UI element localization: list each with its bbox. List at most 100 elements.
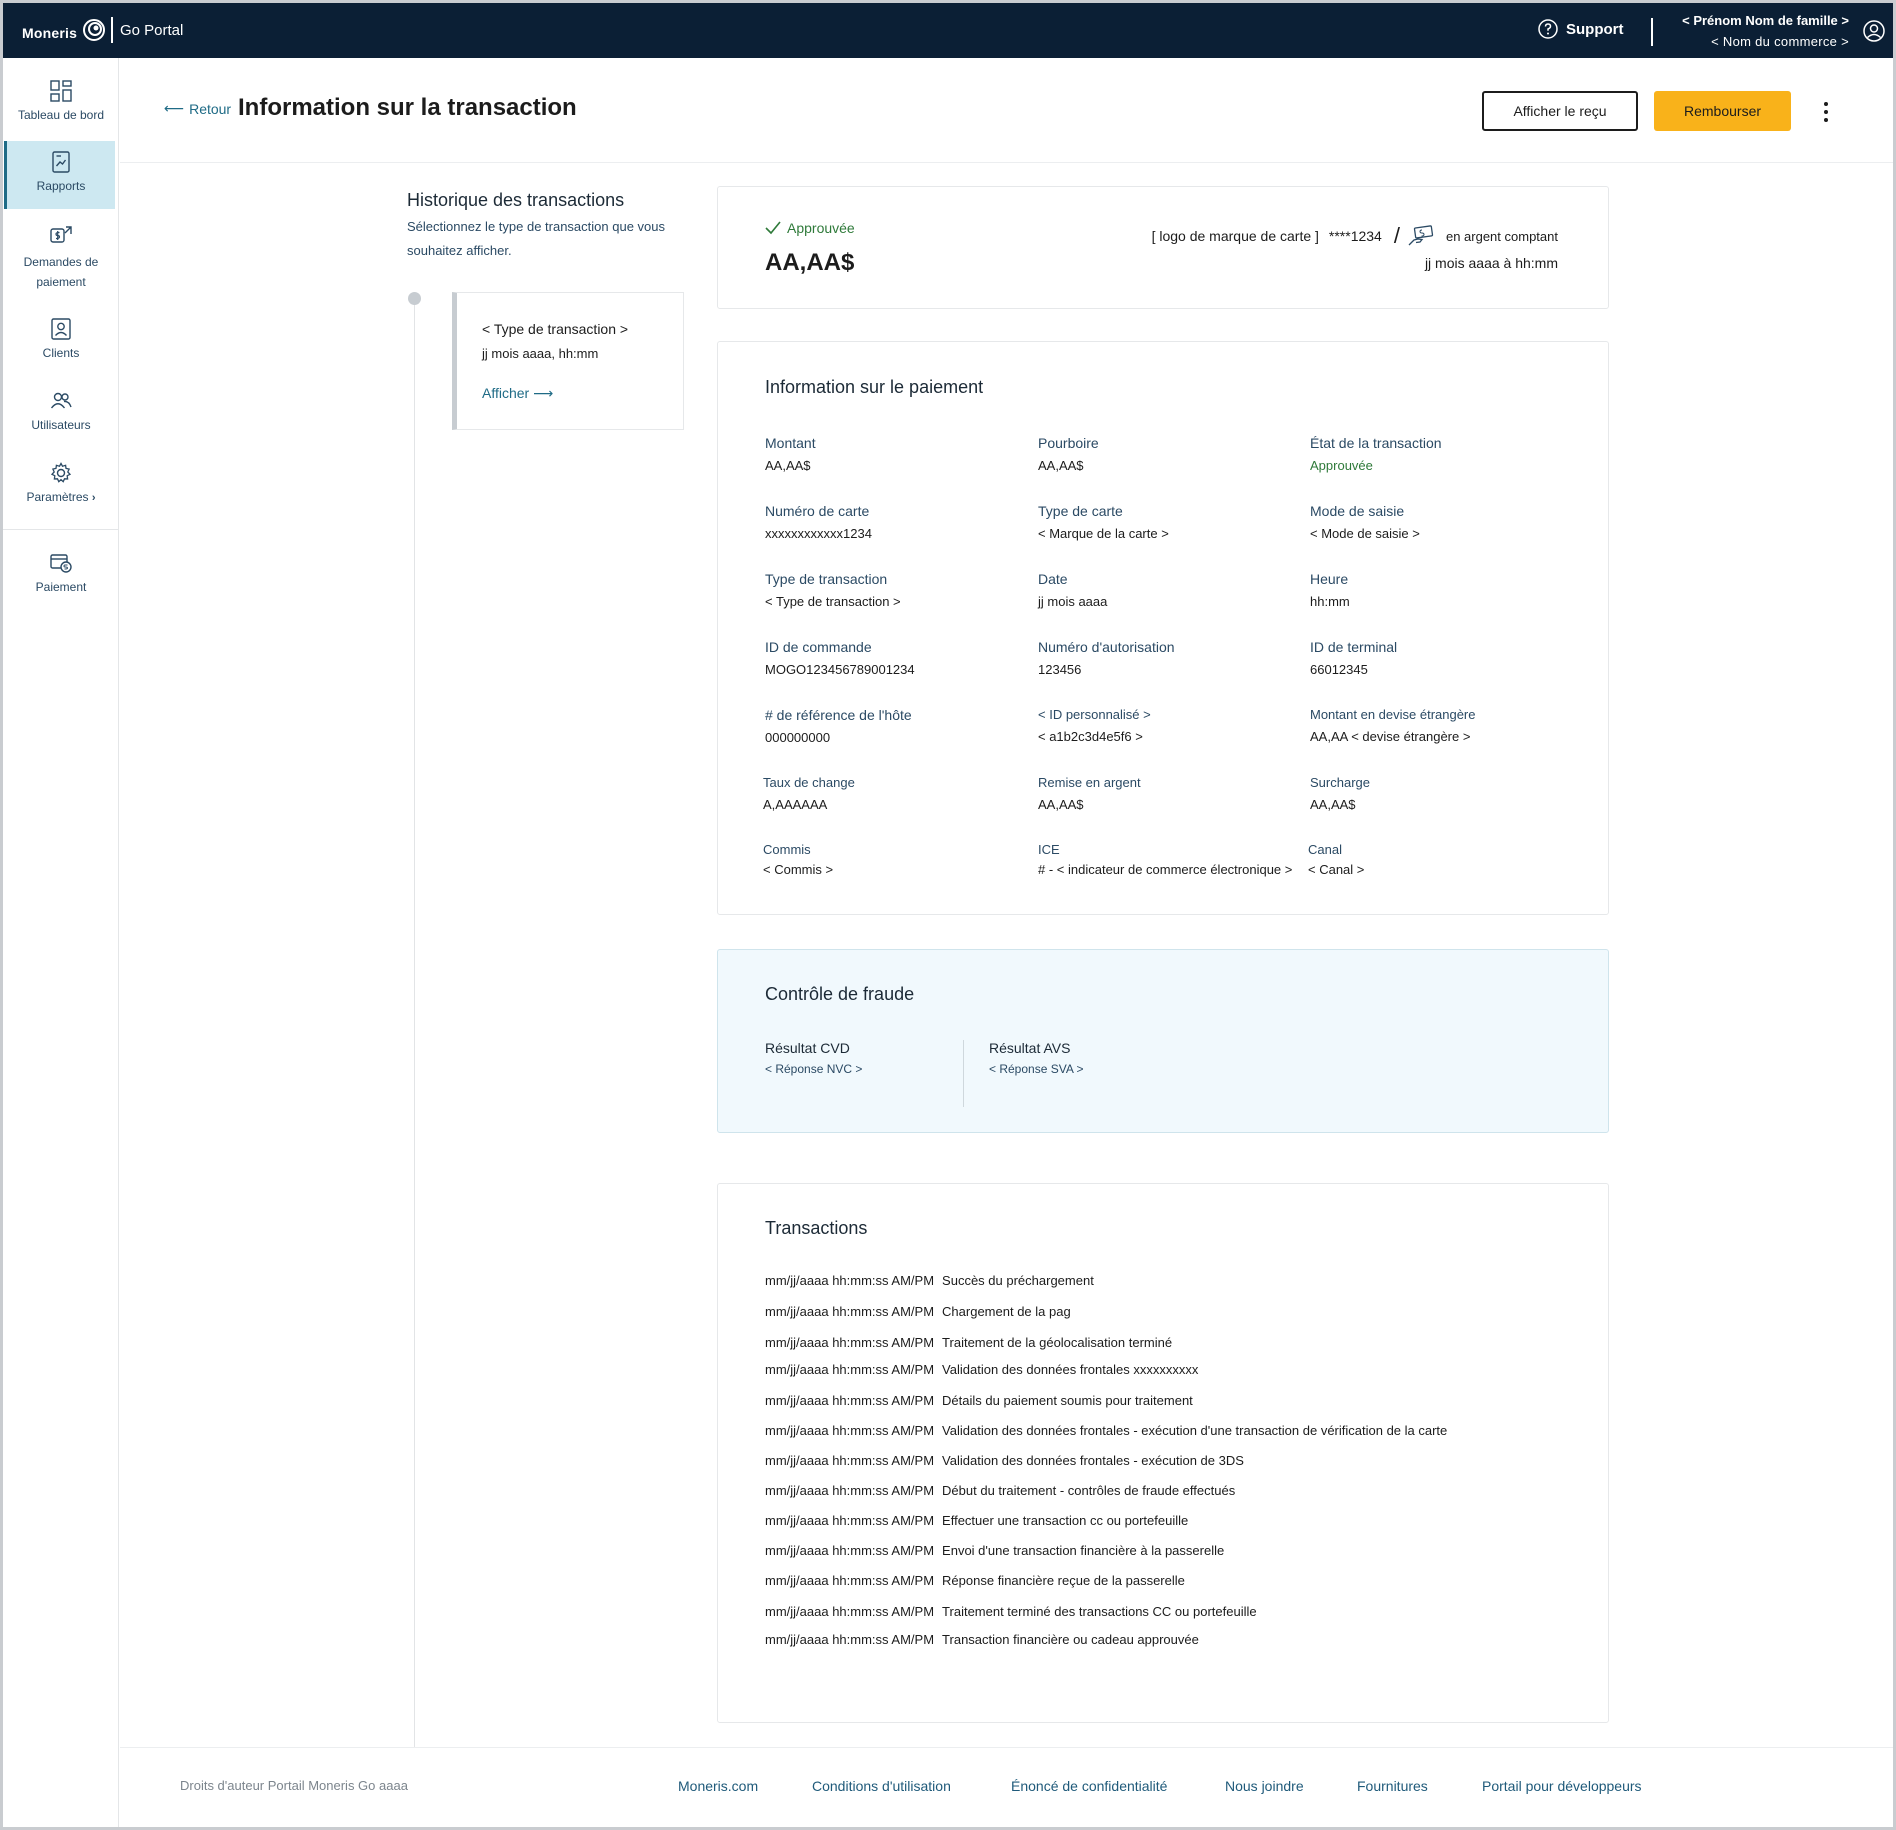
view-receipt-button[interactable]: Afficher le reçu	[1482, 91, 1638, 131]
field-cashback: Remise en argent AA,AA$	[1038, 775, 1141, 812]
field-value: < Réponse NVC >	[765, 1062, 863, 1076]
footer-link-privacy[interactable]: Énoncé de confidentialité	[1011, 1778, 1167, 1794]
refund-button[interactable]: Rembourser	[1654, 91, 1791, 131]
log-message: Traitement terminé des transactions CC o…	[942, 1604, 1257, 1619]
history-card-type: < Type de transaction >	[482, 321, 629, 337]
transactions-card: Transactions mm/jj/aaaa hh:mm:ss AM/PM Su…	[717, 1183, 1609, 1723]
sidebar-item-settings[interactable]: Paramètres ›	[3, 462, 119, 504]
more-options-icon[interactable]	[1821, 102, 1831, 122]
field-label: Montant en devise étrangère	[1310, 707, 1476, 722]
brand-name: Moneris	[22, 25, 78, 41]
field-value: AA,AA < devise étrangère >	[1310, 729, 1471, 744]
log-message: Succès du préchargement	[942, 1273, 1094, 1288]
field-label: < ID personnalisé >	[1038, 707, 1151, 722]
log-message: Traitement de la géolocalisation terminé	[942, 1335, 1173, 1350]
footer-link-contact[interactable]: Nous joindre	[1225, 1778, 1304, 1794]
copyright: Droits d'auteur Portail Moneris Go aaaa	[180, 1778, 408, 1793]
sidebar-item-clients[interactable]: Clients	[3, 318, 119, 360]
sidebar-item-label: Demandes de paiement	[23, 255, 99, 289]
sidebar-item-label: Tableau de bord	[17, 108, 105, 122]
log-timestamp: mm/jj/aaaa hh:mm:ss AM/PM	[765, 1483, 935, 1498]
user-name[interactable]: < Prénom Nom de famille >	[1682, 13, 1849, 28]
log-timestamp: mm/jj/aaaa hh:mm:ss AM/PM	[765, 1453, 935, 1468]
cash-label: en argent comptant	[1445, 228, 1558, 244]
log-message: Détails du paiement soumis pour traiteme…	[942, 1393, 1193, 1408]
field-card-type: Type de carte < Marque de la carte >	[1038, 503, 1169, 541]
field-label: Type de transaction	[765, 571, 888, 587]
portal-name: Go Portal	[120, 22, 184, 39]
log-timestamp: mm/jj/aaaa hh:mm:ss AM/PM	[765, 1362, 935, 1377]
field-value: < Mode de saisie >	[1310, 526, 1420, 541]
history-card-view-link[interactable]: Afficher ⟶	[482, 385, 553, 402]
transaction-log-row: mm/jj/aaaa hh:mm:ss AM/PM Traitement term…	[765, 1604, 1257, 1619]
chevron-right-icon: ›	[91, 492, 96, 504]
field-label: Résultat CVD	[765, 1040, 850, 1056]
report-icon	[52, 151, 70, 173]
arrow-left-icon: ⟵	[164, 100, 185, 116]
masked-card-number: ****1234	[1328, 228, 1382, 244]
history-subtitle: Sélectionnez le type de transaction que …	[407, 219, 666, 258]
field-label: Surcharge	[1310, 775, 1370, 790]
sidebar-item-payment[interactable]: Paiement	[3, 552, 119, 594]
status-badge: Approuvée	[765, 220, 855, 236]
topbar-separator	[1651, 18, 1653, 46]
log-timestamp: mm/jj/aaaa hh:mm:ss AM/PM	[765, 1304, 935, 1319]
cash-icon	[1408, 225, 1434, 246]
log-message: Effectuer une transaction cc ou portefeu…	[942, 1513, 1189, 1528]
field-value: Approuvée	[1310, 458, 1373, 473]
arrow-right-icon: ⟶	[533, 385, 554, 401]
field-label: État de la transaction	[1310, 435, 1442, 451]
field-value: AA,AA$	[1310, 797, 1356, 812]
log-timestamp: mm/jj/aaaa hh:mm:ss AM/PM	[765, 1335, 935, 1350]
footer: Droits d'auteur Portail Moneris Go aaaa …	[120, 1747, 1893, 1827]
sidebar-item-reports[interactable]: Rapports	[4, 141, 115, 209]
footer-link-moneris[interactable]: Moneris.com	[678, 1778, 758, 1794]
field-value: < Réponse SVA >	[989, 1062, 1084, 1076]
log-timestamp: mm/jj/aaaa hh:mm:ss AM/PM	[765, 1273, 935, 1288]
transaction-log-row: mm/jj/aaaa hh:mm:ss AM/PM Réponse financi…	[765, 1573, 1185, 1588]
footer-link-supplies[interactable]: Fournitures	[1357, 1778, 1428, 1794]
field-date: Date jj mois aaaa	[1038, 571, 1107, 609]
transaction-datetime: jj mois aaaa à hh:mm	[1424, 255, 1558, 271]
support-button[interactable]: Support	[1538, 19, 1624, 39]
timeline-line	[414, 300, 415, 1827]
field-entry-mode: Mode de saisie < Mode de saisie >	[1310, 503, 1420, 541]
field-transaction-type: Type de transaction < Type de transactio…	[765, 571, 901, 609]
back-link[interactable]: ⟵ Retour	[164, 100, 231, 117]
field-amount: Montant AA,AA$	[765, 435, 816, 473]
footer-link-terms[interactable]: Conditions d'utilisation	[812, 1778, 951, 1794]
moneris-logo[interactable]: Moneris	[22, 17, 107, 43]
history-title: Historique des transactions	[407, 190, 625, 210]
log-message: Chargement de la pag	[942, 1304, 1071, 1319]
sidebar-divider	[3, 529, 119, 530]
log-timestamp: mm/jj/aaaa hh:mm:ss AM/PM	[765, 1573, 935, 1588]
footer-link-developers[interactable]: Portail pour développeurs	[1482, 1778, 1642, 1794]
top-bar: Moneris Go Portal Support < Prénom Nom d…	[3, 3, 1893, 58]
field-label: Date	[1038, 571, 1068, 587]
field-value: AA,AA$	[1038, 458, 1084, 473]
sidebar-item-users[interactable]: Utilisateurs	[3, 390, 119, 432]
field-value: 000000000	[765, 730, 831, 745]
field-host-reference: # de référence de l'hôte 000000000	[765, 707, 912, 745]
field-foreign-amount: Montant en devise étrangère AA,AA < devi…	[1310, 707, 1476, 744]
history-card[interactable]: < Type de transaction > jj mois aaaa, hh…	[452, 292, 684, 430]
transaction-log-row: mm/jj/aaaa hh:mm:ss AM/PM Chargement de l…	[765, 1304, 1071, 1319]
log-message: Validation des données frontales - exécu…	[942, 1453, 1244, 1468]
sidebar-item-dashboard[interactable]: Tableau de bord	[3, 80, 119, 122]
log-message: Validation des données frontales - exécu…	[942, 1423, 1448, 1438]
field-label: ID de commande	[765, 639, 872, 655]
field-time: Heure hh:mm	[1310, 571, 1350, 609]
support-label: Support	[1566, 20, 1624, 38]
field-transaction-status: État de la transaction Approuvée	[1310, 435, 1442, 473]
field-authorization-number: Numéro d'autorisation 123456	[1038, 639, 1175, 677]
account-icon[interactable]	[1863, 20, 1885, 47]
sidebar-item-payment-requests[interactable]: Demandes de paiement	[3, 224, 119, 292]
summary-card: Approuvée AA,AA$ [ logo de marque de car…	[717, 186, 1609, 309]
merchant-name[interactable]: < Nom du commerce >	[1711, 34, 1849, 49]
sidebar-item-label: Rapports	[36, 179, 86, 193]
field-label: Commis	[763, 842, 811, 857]
field-value: A,AAAAAA	[763, 797, 828, 812]
field-value: jj mois aaaa	[1038, 594, 1108, 609]
sidebar-item-label: Paramètres	[26, 490, 89, 504]
field-value: 66012345	[1310, 662, 1368, 677]
